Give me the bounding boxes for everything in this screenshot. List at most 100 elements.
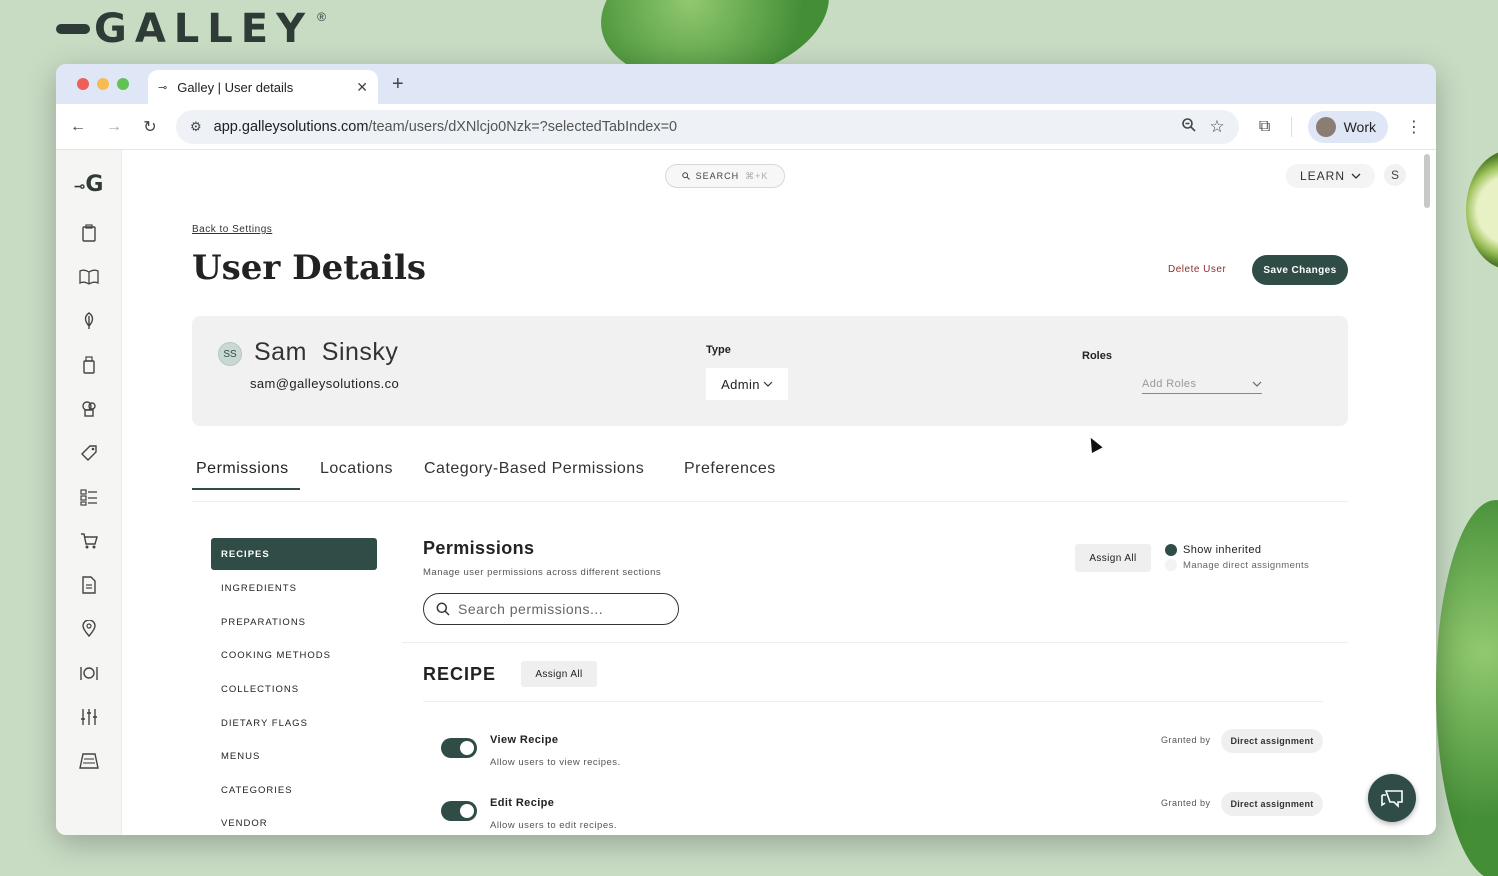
delete-user-button[interactable]: Delete User bbox=[1168, 264, 1226, 275]
nav-rail: ⊸G bbox=[56, 150, 122, 835]
learn-dropdown[interactable]: LEARN bbox=[1286, 164, 1376, 188]
tab-locations[interactable]: Locations bbox=[320, 460, 393, 478]
edit-recipe-toggle[interactable] bbox=[441, 801, 477, 821]
view-recipe-toggle[interactable] bbox=[441, 738, 477, 758]
assign-all-recipe-button[interactable]: Assign All bbox=[521, 661, 597, 687]
kale-decoration bbox=[1436, 500, 1498, 876]
clipboard-icon[interactable] bbox=[77, 221, 101, 245]
section-item-collections[interactable]: COLLECTIONS bbox=[211, 673, 377, 707]
main-content: SEARCH ⌘+K LEARN S Back to Settings User… bbox=[122, 150, 1436, 835]
permission-section-menu: RECIPES INGREDIENTS PREPARATIONS COOKING… bbox=[211, 538, 377, 835]
manage-direct-radio[interactable]: Manage direct assignments bbox=[1165, 558, 1309, 572]
roles-placeholder: Add Roles bbox=[1142, 377, 1197, 390]
minimize-window-button[interactable] bbox=[97, 78, 109, 90]
search-icon bbox=[436, 602, 450, 616]
type-label: Type bbox=[706, 344, 731, 356]
jar-icon[interactable] bbox=[77, 353, 101, 377]
section-item-menus[interactable]: MENUS bbox=[211, 740, 377, 774]
chat-icon bbox=[1381, 790, 1403, 808]
save-changes-button[interactable]: Save Changes bbox=[1252, 255, 1348, 285]
url-text[interactable]: app.galleysolutions.com/team/users/dXNlc… bbox=[214, 119, 1170, 135]
scrollbar[interactable] bbox=[1424, 154, 1430, 208]
tabs-divider bbox=[192, 501, 1348, 502]
radio-unselected-icon bbox=[1165, 559, 1177, 571]
brand-wordmark: GALLEY bbox=[94, 6, 314, 52]
section-item-vendor[interactable]: VENDOR bbox=[211, 807, 377, 835]
support-chat-button[interactable] bbox=[1368, 774, 1416, 822]
bookmark-star-icon[interactable]: ☆ bbox=[1209, 117, 1224, 137]
back-arrow-icon[interactable]: ← bbox=[68, 118, 88, 136]
forward-arrow-icon[interactable]: → bbox=[104, 118, 124, 136]
registered-mark: ® bbox=[317, 10, 326, 24]
section-item-ingredients[interactable]: INGREDIENTS bbox=[211, 572, 377, 606]
user-avatar[interactable]: S bbox=[1384, 164, 1406, 186]
type-select[interactable]: Admin bbox=[706, 368, 788, 400]
maximize-window-button[interactable] bbox=[117, 78, 129, 90]
tab-category-based-permissions[interactable]: Category-Based Permissions bbox=[424, 460, 644, 478]
section-item-categories[interactable]: CATEGORIES bbox=[211, 774, 377, 808]
section-item-recipes[interactable]: RECIPES bbox=[211, 538, 377, 570]
checklist-icon[interactable] bbox=[77, 485, 101, 509]
permission-name: Edit Recipe bbox=[490, 797, 555, 809]
roles-select[interactable]: Add Roles bbox=[1142, 374, 1262, 394]
close-window-button[interactable] bbox=[77, 78, 89, 90]
new-tab-button[interactable]: + bbox=[392, 73, 404, 96]
divider bbox=[423, 701, 1323, 702]
browser-tabbar: ⊸ Galley | User details ✕ + bbox=[56, 64, 1436, 104]
manage-direct-label: Manage direct assignments bbox=[1183, 559, 1310, 571]
document-icon[interactable] bbox=[77, 573, 101, 597]
chevron-down-icon bbox=[1252, 381, 1262, 387]
browser-menu-icon[interactable]: ⋮ bbox=[1404, 117, 1424, 137]
tag-icon[interactable] bbox=[77, 441, 101, 465]
sliders-icon[interactable] bbox=[77, 705, 101, 729]
chevron-down-icon bbox=[1351, 173, 1361, 179]
permission-name: View Recipe bbox=[490, 734, 559, 746]
search-icon bbox=[681, 172, 690, 180]
zoom-icon[interactable] bbox=[1181, 117, 1197, 137]
brand-logo: GALLEY ® bbox=[56, 6, 326, 52]
dining-icon[interactable] bbox=[77, 661, 101, 685]
window-controls bbox=[77, 78, 129, 90]
permissions-title: Permissions bbox=[423, 538, 535, 558]
tab-permissions[interactable]: Permissions bbox=[196, 460, 289, 478]
toolbar-divider bbox=[1290, 116, 1292, 137]
user-initials-avatar: SS bbox=[218, 342, 242, 366]
search-label: SEARCH bbox=[695, 171, 740, 181]
show-inherited-radio[interactable]: Show inherited bbox=[1165, 542, 1309, 558]
assign-all-button[interactable]: Assign All bbox=[1075, 544, 1151, 572]
section-item-dietary-flags[interactable]: DIETARY FLAGS bbox=[211, 706, 377, 740]
galley-logo[interactable]: ⊸G bbox=[74, 172, 104, 197]
cart-icon[interactable] bbox=[77, 529, 101, 553]
leaf-icon[interactable] bbox=[77, 309, 101, 333]
address-bar[interactable]: ⚙ app.galleysolutions.com/team/users/dXN… bbox=[176, 109, 1239, 144]
url-domain: app.galleysolutions.com bbox=[213, 118, 369, 135]
menu-board-icon[interactable] bbox=[77, 749, 101, 773]
location-pin-icon[interactable] bbox=[77, 617, 101, 641]
chevron-down-icon bbox=[763, 381, 773, 387]
type-value: Admin bbox=[721, 376, 760, 392]
reload-icon[interactable]: ↻ bbox=[140, 117, 160, 137]
close-tab-icon[interactable]: ✕ bbox=[356, 79, 368, 96]
extensions-icon[interactable]: ⧉ bbox=[1255, 118, 1275, 136]
browser-window: ⊸ Galley | User details ✕ + ← → ↻ ⚙ app.… bbox=[56, 64, 1436, 835]
tab-preferences[interactable]: Preferences bbox=[684, 460, 776, 478]
chef-icon[interactable] bbox=[77, 397, 101, 421]
view-mode-radio-group: Show inherited Manage direct assignments bbox=[1165, 542, 1309, 572]
galley-favicon-icon: ⊸ bbox=[158, 81, 168, 94]
active-tab-indicator bbox=[192, 488, 300, 490]
logo-letter: G bbox=[85, 172, 104, 197]
granted-by-label: Granted by bbox=[1161, 735, 1211, 745]
section-item-cooking-methods[interactable]: COOKING METHODS bbox=[211, 639, 377, 673]
profile-button[interactable]: Work bbox=[1307, 110, 1388, 143]
detail-tabs: Permissions Locations Category-Based Per… bbox=[192, 452, 1348, 502]
browser-tab[interactable]: ⊸ Galley | User details ✕ bbox=[148, 70, 378, 104]
user-email: sam@galleysolutions.co bbox=[250, 376, 400, 391]
permissions-search-input[interactable]: Search permissions... bbox=[423, 593, 679, 625]
book-icon[interactable] bbox=[77, 265, 101, 289]
back-to-settings-link[interactable]: Back to Settings bbox=[192, 224, 272, 235]
profile-label: Work bbox=[1343, 118, 1376, 135]
grant-source-badge: Direct assignment bbox=[1221, 792, 1323, 816]
site-settings-icon[interactable]: ⚙ bbox=[190, 119, 202, 135]
global-search-button[interactable]: SEARCH ⌘+K bbox=[665, 164, 785, 188]
section-item-preparations[interactable]: PREPARATIONS bbox=[211, 606, 377, 640]
